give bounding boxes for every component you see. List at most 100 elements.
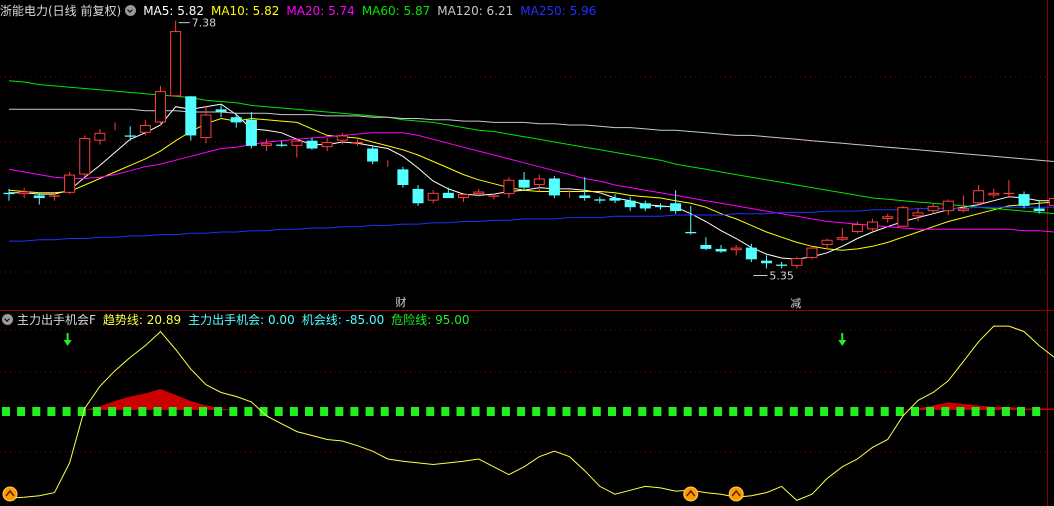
signal-block: [501, 407, 510, 416]
candle-body: [670, 203, 682, 212]
candle-body: [94, 132, 106, 141]
candle: [458, 192, 469, 202]
signal-block: [547, 407, 556, 416]
signal-block: [274, 407, 283, 416]
signal-block: [668, 407, 677, 416]
candle-body: [261, 143, 273, 146]
candle-body: [291, 140, 303, 146]
signal-block: [380, 407, 389, 416]
signal-block: [911, 407, 919, 416]
candle-body: [306, 140, 318, 149]
candle: [836, 228, 848, 242]
candle: [18, 187, 30, 199]
candle-body: [124, 135, 136, 137]
candle: [867, 218, 879, 232]
candle-body: [942, 200, 954, 212]
candle-body: [367, 148, 379, 162]
candle-body: [245, 119, 257, 146]
candle-body: [321, 141, 333, 148]
signal-block: [244, 407, 253, 416]
candle-body: [973, 190, 985, 204]
candle: [518, 171, 530, 191]
chevron-down-icon[interactable]: [2, 314, 13, 325]
indicator-title[interactable]: 主力出手机会F: [17, 313, 96, 327]
candle-body: [336, 135, 348, 141]
candle: [291, 138, 303, 158]
candle: [321, 138, 333, 152]
signal-block: [138, 407, 147, 416]
signal-block: [729, 407, 738, 416]
signal-block: [335, 407, 344, 416]
signal-block: [562, 407, 571, 416]
signal-block: [986, 407, 995, 416]
candle-body: [276, 144, 288, 146]
opportunity-legend: 主力出手机会: 0.00: [188, 313, 295, 327]
candle-body: [397, 169, 409, 185]
signal-block: [199, 407, 207, 416]
signal-block: [683, 407, 692, 416]
candle-body: [139, 125, 151, 133]
stock-title[interactable]: 浙能电力(日线 前复权): [0, 4, 121, 18]
signal-block: [835, 407, 844, 416]
candle: [503, 177, 515, 199]
candle: [745, 243, 757, 262]
candle-body: [1018, 194, 1030, 206]
candle-body: [927, 205, 939, 212]
candle: [957, 195, 969, 213]
candle-body: [882, 216, 894, 219]
signal-block: [820, 407, 829, 416]
buy-arrow-head: [838, 340, 847, 346]
candle-body: [867, 221, 879, 230]
marker-jian: 减: [790, 297, 801, 310]
candle: [427, 190, 439, 204]
candle: [821, 238, 833, 249]
ma120-legend: MA120: 6.21: [437, 4, 514, 18]
signal-block: [320, 407, 329, 416]
candle: [412, 185, 424, 206]
candle: [685, 205, 697, 235]
signal-block: [865, 407, 874, 416]
signal-block: [229, 407, 238, 416]
signal-block: [623, 407, 632, 416]
candle-body: [1048, 198, 1054, 206]
candle: [351, 139, 363, 146]
candle: [882, 213, 894, 223]
candle-body: [427, 192, 439, 201]
candle: [79, 135, 91, 178]
signal-block: [1032, 407, 1041, 416]
signal-block: [744, 407, 753, 416]
signal-block: [2, 407, 10, 416]
candle: [1003, 179, 1015, 199]
candle: [139, 119, 151, 136]
signal-block: [168, 407, 177, 416]
signal-block: [365, 407, 374, 416]
candle: [988, 188, 1000, 199]
candle-body: [1033, 208, 1045, 212]
candle-body: [3, 192, 15, 195]
signal-block: [92, 407, 101, 416]
candle: [185, 96, 197, 141]
candle: [215, 104, 227, 118]
signal-block: [774, 407, 783, 416]
candle: [124, 126, 136, 141]
signal-block: [789, 407, 798, 416]
candle: [912, 208, 924, 222]
signal-block: [532, 407, 541, 416]
candle: [609, 194, 621, 204]
candle: [230, 113, 242, 128]
sub-chart-header: 主力出手机会F 趋势线: 20.89 主力出手机会: 0.00 机会线: -85.00…: [0, 310, 476, 330]
candle-body: [579, 195, 591, 199]
candle: [624, 196, 636, 212]
opportunity-area: [84, 389, 237, 410]
candle-body: [851, 224, 863, 232]
signal-block: [426, 407, 435, 416]
signal-block: [608, 407, 616, 416]
candle: [730, 245, 742, 256]
signal-block: [759, 407, 768, 416]
candle: [761, 255, 772, 269]
candle-body: [518, 179, 530, 188]
chart-stage: 7.38 5.35 财减 浙能电力(日线 前复权) MA5: 5.82 MA10: 5.…: [0, 0, 1054, 506]
signal-block: [1001, 407, 1010, 416]
candle: [306, 138, 318, 150]
chevron-down-icon[interactable]: [125, 5, 137, 16]
